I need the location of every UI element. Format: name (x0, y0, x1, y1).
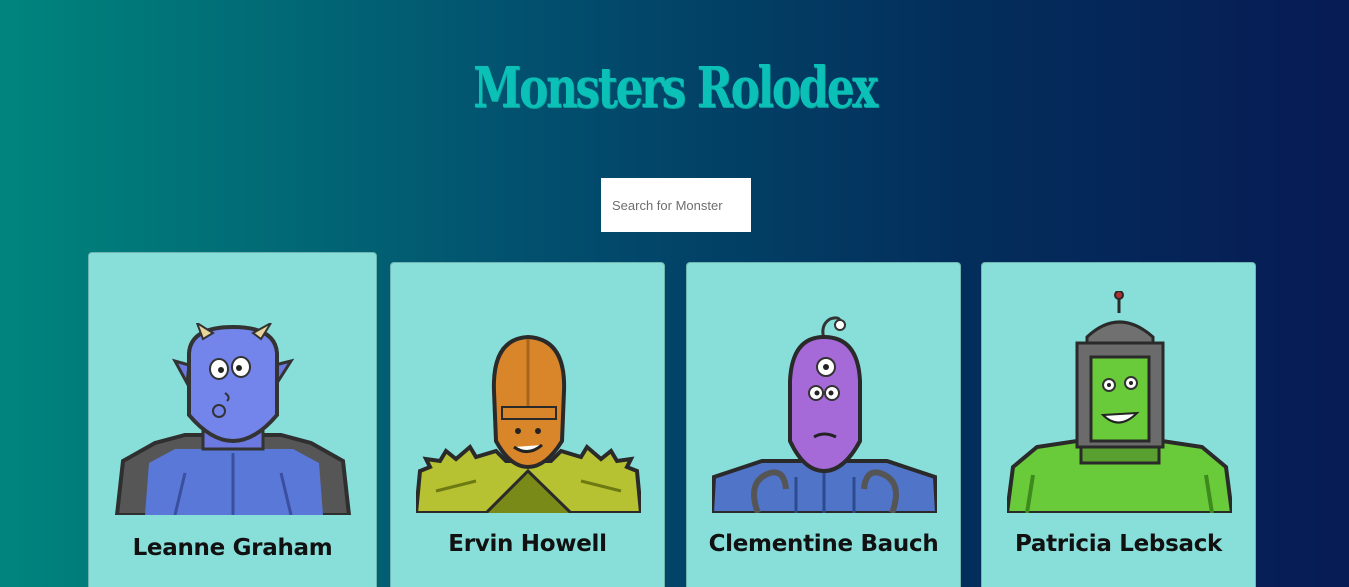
monster-name: Patricia Lebsack (1014, 531, 1223, 557)
monster-card[interactable]: Leanne Graham (88, 252, 377, 587)
monster-name: Ervin Howell (448, 531, 607, 557)
green-robot-monster-icon (1007, 291, 1232, 513)
monster-name: Clementine Bauch (708, 531, 939, 557)
blue-horned-monster-icon (115, 323, 351, 515)
orange-spiky-monster-icon (416, 334, 641, 513)
app-title: Monsters Rolodex (473, 55, 878, 121)
monster-card[interactable]: Ervin Howell (390, 262, 665, 587)
monster-name: Leanne Graham (132, 535, 333, 561)
search-input[interactable] (601, 178, 751, 232)
purple-cyclops-monster-icon (712, 316, 937, 513)
monster-card[interactable]: Patricia Lebsack (981, 262, 1256, 587)
monster-card[interactable]: Clementine Bauch (686, 262, 961, 587)
